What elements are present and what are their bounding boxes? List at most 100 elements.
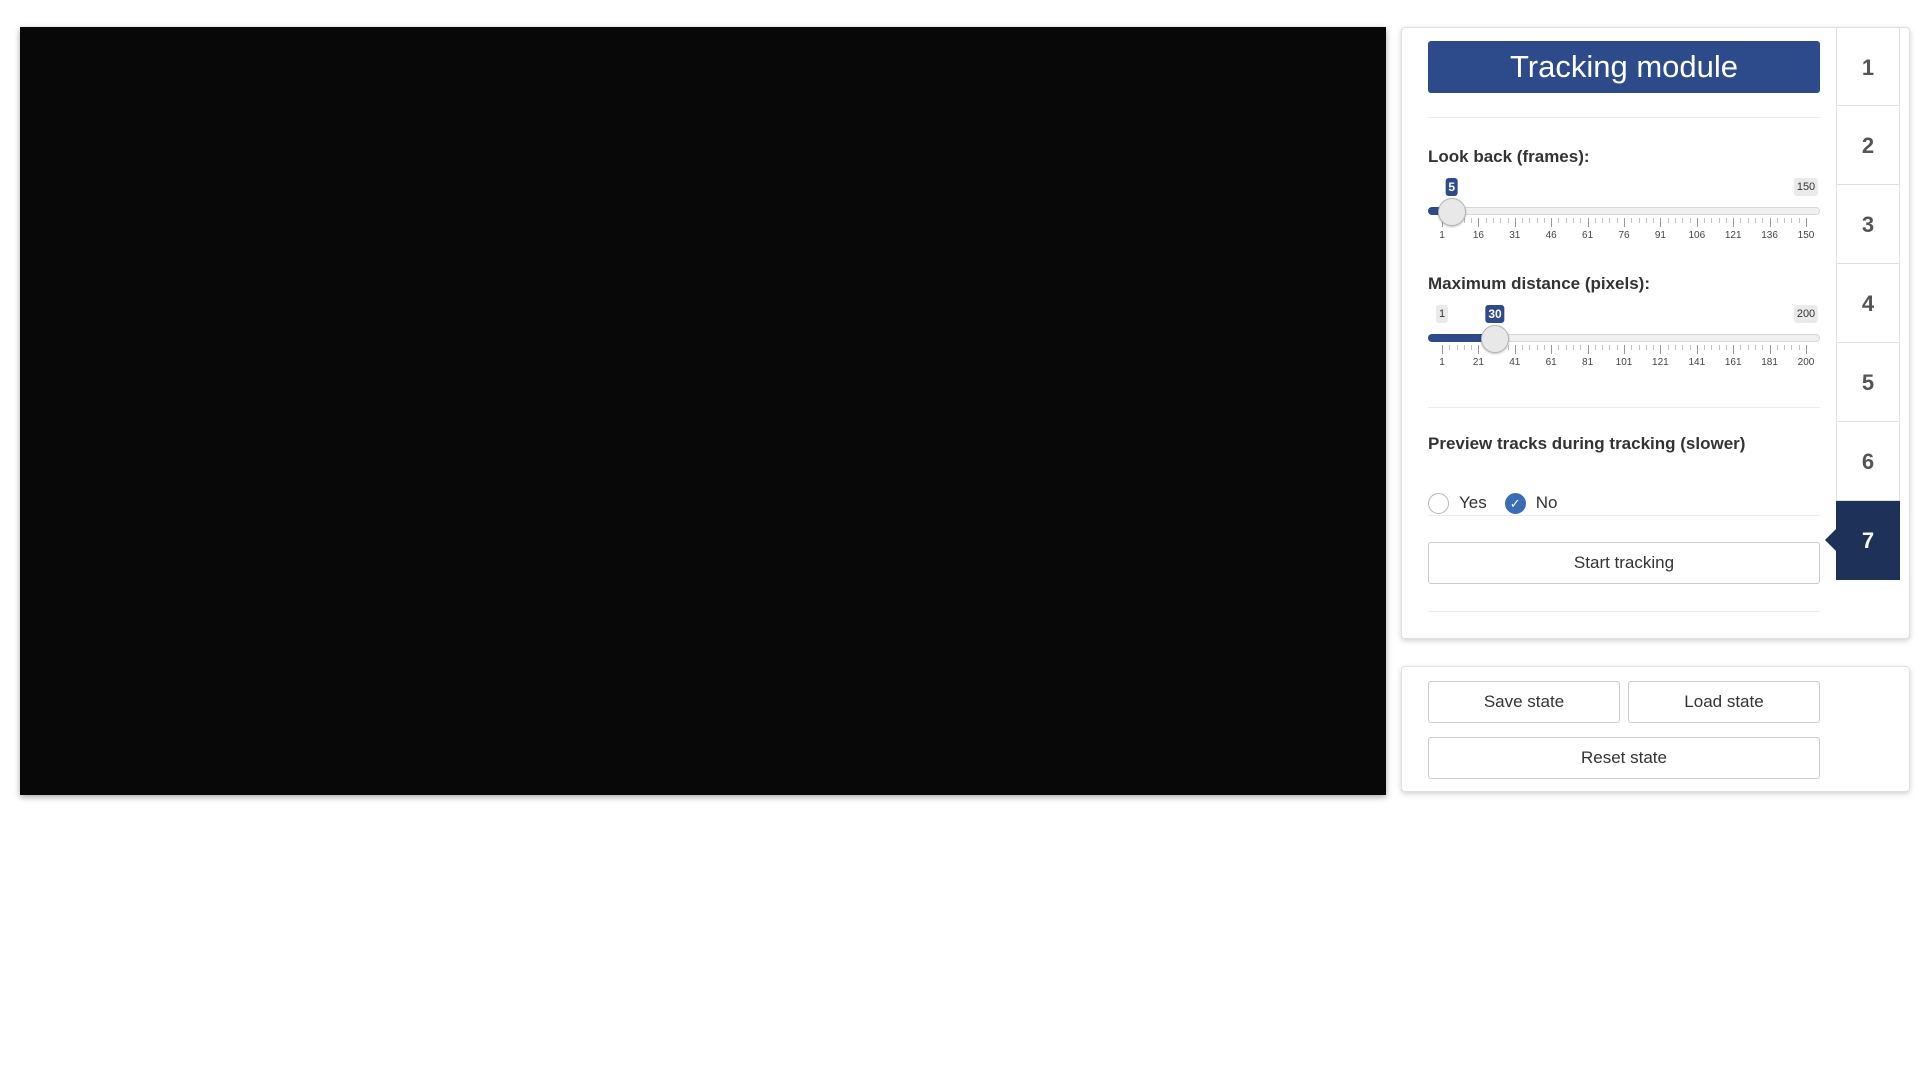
radio-option-no[interactable]: ✓ No	[1504, 492, 1558, 514]
slider-tick-label: 121	[1724, 230, 1742, 241]
tab-2[interactable]: 2	[1836, 106, 1900, 185]
maxdist-label: Maximum distance (pixels):	[1428, 274, 1651, 293]
reset-state-button[interactable]: Reset state	[1428, 737, 1820, 779]
state-panel: Save state Load state Reset state	[1401, 666, 1910, 792]
slider-minor-tick	[1638, 345, 1640, 350]
tab-1[interactable]: 1	[1836, 27, 1900, 106]
slider-tick-label: 81	[1582, 357, 1594, 368]
preview-label: Preview tracks during tracking (slower)	[1428, 434, 1746, 453]
radio-label: Yes	[1459, 493, 1487, 512]
slider-tick	[1624, 218, 1625, 227]
slider-minor-tick	[1631, 218, 1633, 223]
slider-minor-tick	[1631, 345, 1633, 350]
slider-tick-label: 1	[1439, 230, 1445, 241]
tab-3[interactable]: 3	[1836, 185, 1900, 264]
slider-minor-tick	[1653, 218, 1655, 223]
slider-minor-tick	[1704, 218, 1706, 223]
slider-minor-tick	[1580, 218, 1582, 223]
slider-handle[interactable]	[1437, 198, 1466, 226]
tab-4[interactable]: 4	[1836, 264, 1900, 343]
divider	[1428, 611, 1820, 612]
slider-tick	[1733, 218, 1735, 227]
radio-unchecked-icon[interactable]	[1428, 492, 1449, 514]
slider-tick-label: 136	[1761, 230, 1778, 241]
tab-7[interactable]: 7	[1825, 501, 1900, 580]
slider-minor-tick	[1543, 345, 1545, 350]
radio-option-yes[interactable]: Yes	[1428, 492, 1487, 514]
slider-minor-tick	[1704, 345, 1706, 350]
slider-minor-tick	[1689, 345, 1691, 350]
slider-minor-tick	[1689, 218, 1691, 223]
slider-minor-tick	[1638, 218, 1640, 223]
slider-minor-tick	[1682, 345, 1684, 350]
slider-tick	[1478, 218, 1480, 227]
slider-tick	[1733, 345, 1735, 354]
slider-minor-tick	[1536, 345, 1538, 350]
module-tabs: 1 2 3 4 5 6 7	[1825, 27, 1900, 580]
slider-minor-tick	[1580, 345, 1582, 350]
slider-minor-tick	[1492, 218, 1494, 223]
slider-tick-label: 91	[1654, 230, 1666, 241]
slider-minor-tick	[1616, 218, 1618, 223]
maxdist-slider[interactable]: 1 200 30 1 21 41 61 81 101 121 141 161 181 200	[1428, 305, 1820, 368]
start-tracking-button[interactable]: Start tracking	[1428, 542, 1820, 584]
slider-minor-tick	[1674, 345, 1676, 350]
slider-minor-tick	[1558, 218, 1560, 223]
slider-tick	[1587, 218, 1589, 227]
slider-minor-tick	[1463, 345, 1465, 350]
slider-minor-tick	[1718, 345, 1720, 350]
lookback-label: Look back (frames):	[1428, 147, 1590, 166]
slider-minor-tick	[1740, 345, 1742, 350]
slider-value-label: 5	[1445, 178, 1459, 196]
radio-label: No	[1535, 493, 1558, 512]
slider-minor-tick	[1674, 218, 1676, 223]
slider-minor-tick	[1565, 345, 1567, 350]
slider-tick-label: 31	[1509, 230, 1521, 241]
slider-tick-label: 181	[1761, 357, 1778, 368]
slider-minor-tick	[1507, 345, 1509, 350]
slider-tick-label: 161	[1724, 357, 1742, 368]
tab-6[interactable]: 6	[1836, 422, 1900, 501]
slider-minor-tick	[1667, 218, 1669, 223]
slider-minor-tick	[1776, 345, 1778, 350]
slider-minor-tick	[1711, 345, 1713, 350]
slider-tick	[1660, 345, 1662, 354]
slider-minor-tick	[1522, 345, 1524, 350]
slider-minor-tick	[1747, 218, 1749, 223]
slider-tick	[1587, 345, 1589, 354]
slider-minor-tick	[1776, 218, 1778, 223]
slider-minor-tick	[1798, 345, 1800, 350]
slider-minor-tick	[1573, 218, 1575, 223]
slider-tick-label: 1	[1439, 357, 1445, 368]
slider-minor-tick	[1565, 218, 1567, 223]
slider-tick-label: 61	[1582, 230, 1594, 241]
slider-tick	[1514, 345, 1516, 354]
slider-minor-tick	[1609, 345, 1611, 350]
lookback-slider[interactable]: 1 150 5 1163146617691106121136150	[1428, 178, 1820, 241]
slider-tick	[1514, 218, 1516, 227]
slider-tick	[1551, 345, 1553, 354]
divider	[1428, 407, 1820, 408]
slider-minor-tick	[1755, 218, 1757, 223]
slider-minor-tick	[1456, 345, 1458, 350]
radio-checked-icon[interactable]: ✓	[1504, 492, 1526, 514]
slider-tick	[1806, 218, 1807, 227]
slider-minor-tick	[1449, 345, 1451, 350]
slider-minor-tick	[1594, 218, 1596, 223]
slider-minor-tick	[1784, 345, 1786, 350]
load-state-button[interactable]: Load state	[1628, 681, 1820, 723]
slider-minor-tick	[1791, 345, 1793, 350]
slider-track[interactable]	[1428, 207, 1820, 215]
slider-tick	[1696, 218, 1698, 227]
slider-minor-tick	[1755, 345, 1757, 350]
slider-tick-label: 16	[1472, 230, 1484, 241]
slider-minor-tick	[1616, 345, 1618, 350]
slider-tick-label: 141	[1688, 357, 1706, 368]
save-state-button[interactable]: Save state	[1428, 681, 1620, 723]
slider-handle[interactable]	[1481, 325, 1510, 353]
slider-minor-tick	[1602, 345, 1604, 350]
slider-tick	[1442, 345, 1443, 354]
slider-minor-tick	[1791, 218, 1793, 223]
slider-minor-tick	[1471, 345, 1473, 350]
tab-5[interactable]: 5	[1836, 343, 1900, 422]
